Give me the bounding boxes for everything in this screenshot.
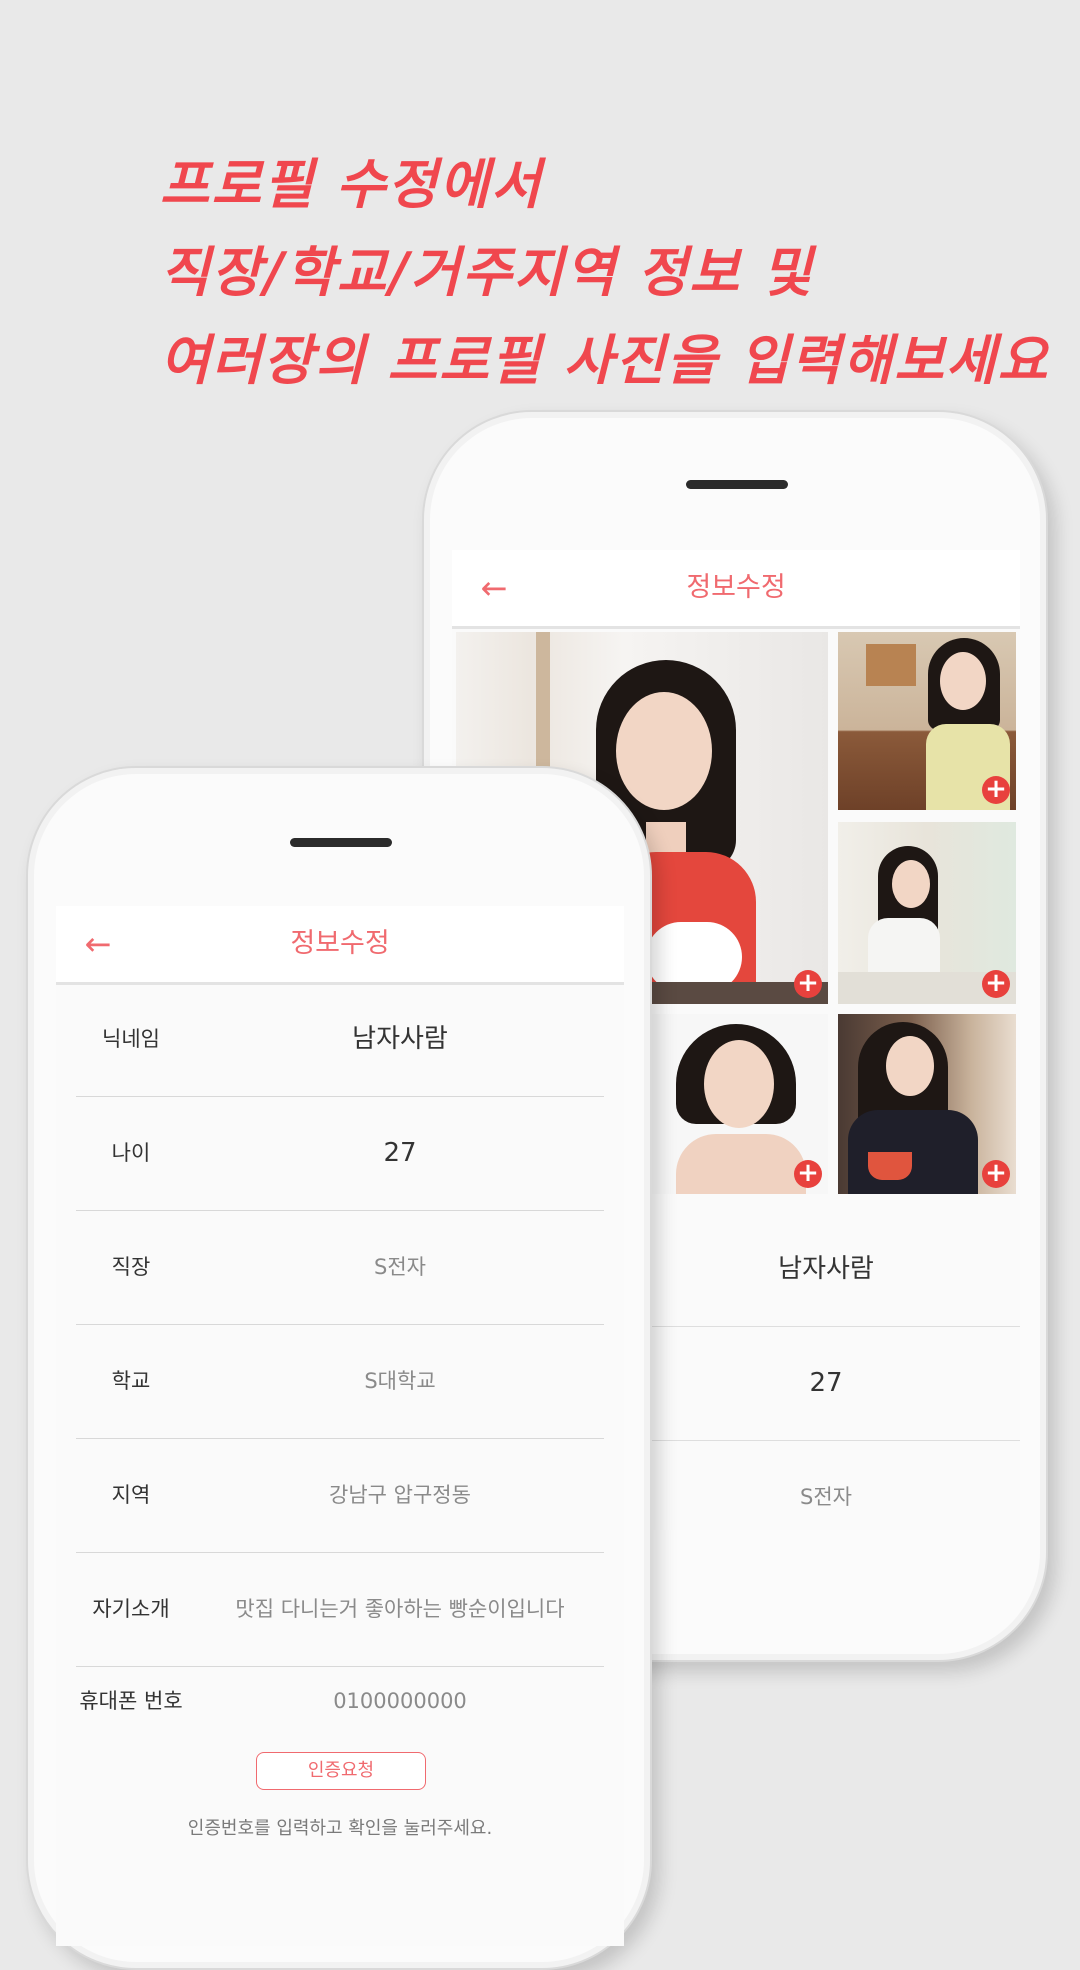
field-label: 직장 xyxy=(111,1255,151,1279)
intro-row: 자기소개 맛집 다니는거 좋아하는 빵순이입니다 xyxy=(76,1552,604,1667)
field-label: 학교 xyxy=(111,1369,151,1393)
job-field[interactable]: S전자 xyxy=(196,1210,604,1324)
phone-number-field[interactable]: 0100000000 xyxy=(196,1666,604,1736)
age-value: 27 xyxy=(809,1368,843,1398)
page-title: 정보수정 xyxy=(686,572,786,603)
school-row: 학교 S대학교 xyxy=(76,1324,604,1439)
verification-request-button[interactable]: 인증요청 xyxy=(256,1752,426,1790)
app-bar: ← 정보수정 xyxy=(56,906,624,985)
add-photo-plus-icon[interactable]: + xyxy=(982,970,1010,998)
job-row: 직장 S전자 xyxy=(76,1210,604,1325)
app-bar: ← 정보수정 xyxy=(452,550,1020,629)
profile-photo-5[interactable]: + xyxy=(838,1014,1016,1194)
region-field[interactable]: 강남구 압구정동 xyxy=(196,1438,604,1552)
promo-headline: 프로필 수정에서 직장/학교/거주지역 정보 및 여러장의 프로필 사진을 입력… xyxy=(160,140,1050,404)
phone-number-row: 휴대폰 번호 0100000000 xyxy=(76,1666,604,1736)
phone-speaker xyxy=(686,480,788,489)
field-label: 나이 xyxy=(111,1141,151,1165)
add-photo-plus-icon[interactable]: + xyxy=(982,776,1010,804)
profile-photo-3[interactable]: + xyxy=(838,822,1016,1004)
add-photo-plus-icon[interactable]: + xyxy=(794,1160,822,1188)
verification-hint: 인증번호를 입력하고 확인을 눌러주세요. xyxy=(187,1818,493,1839)
headline-line-3: 여러장의 프로필 사진을 입력해보세요 xyxy=(160,328,1050,392)
job-value: S전자 xyxy=(800,1485,852,1509)
phone-speaker xyxy=(290,838,392,847)
age-field[interactable]: 27 xyxy=(196,1096,604,1210)
headline-line-2: 직장/학교/거주지역 정보 및 xyxy=(160,240,814,304)
phone-mockup-front: ← 정보수정 닉네임 남자사람 나이 27 직장 S전자 학교 S대학교 지역 … xyxy=(26,766,652,1970)
field-label: 자기소개 xyxy=(92,1597,170,1621)
intro-field[interactable]: 맛집 다니는거 좋아하는 빵순이입니다 xyxy=(196,1552,604,1666)
nickname-value: 남자사람 xyxy=(778,1254,874,1284)
nickname-row: 닉네임 남자사람 xyxy=(76,982,604,1097)
page-title: 정보수정 xyxy=(290,928,390,959)
field-label: 지역 xyxy=(111,1483,151,1507)
field-label: 휴대폰 번호 xyxy=(79,1689,183,1713)
age-row: 나이 27 xyxy=(76,1096,604,1211)
add-photo-plus-icon[interactable]: + xyxy=(794,970,822,998)
add-photo-plus-icon[interactable]: + xyxy=(982,1160,1010,1188)
school-field[interactable]: S대학교 xyxy=(196,1324,604,1438)
profile-photo-2[interactable]: + xyxy=(838,632,1016,810)
nickname-field[interactable]: 남자사람 xyxy=(196,982,604,1096)
region-row: 지역 강남구 압구정동 xyxy=(76,1438,604,1553)
edit-profile-screen-form: ← 정보수정 닉네임 남자사람 나이 27 직장 S전자 학교 S대학교 지역 … xyxy=(56,906,624,1946)
field-label: 닉네임 xyxy=(102,1027,160,1051)
headline-line-1: 프로필 수정에서 xyxy=(160,152,543,216)
